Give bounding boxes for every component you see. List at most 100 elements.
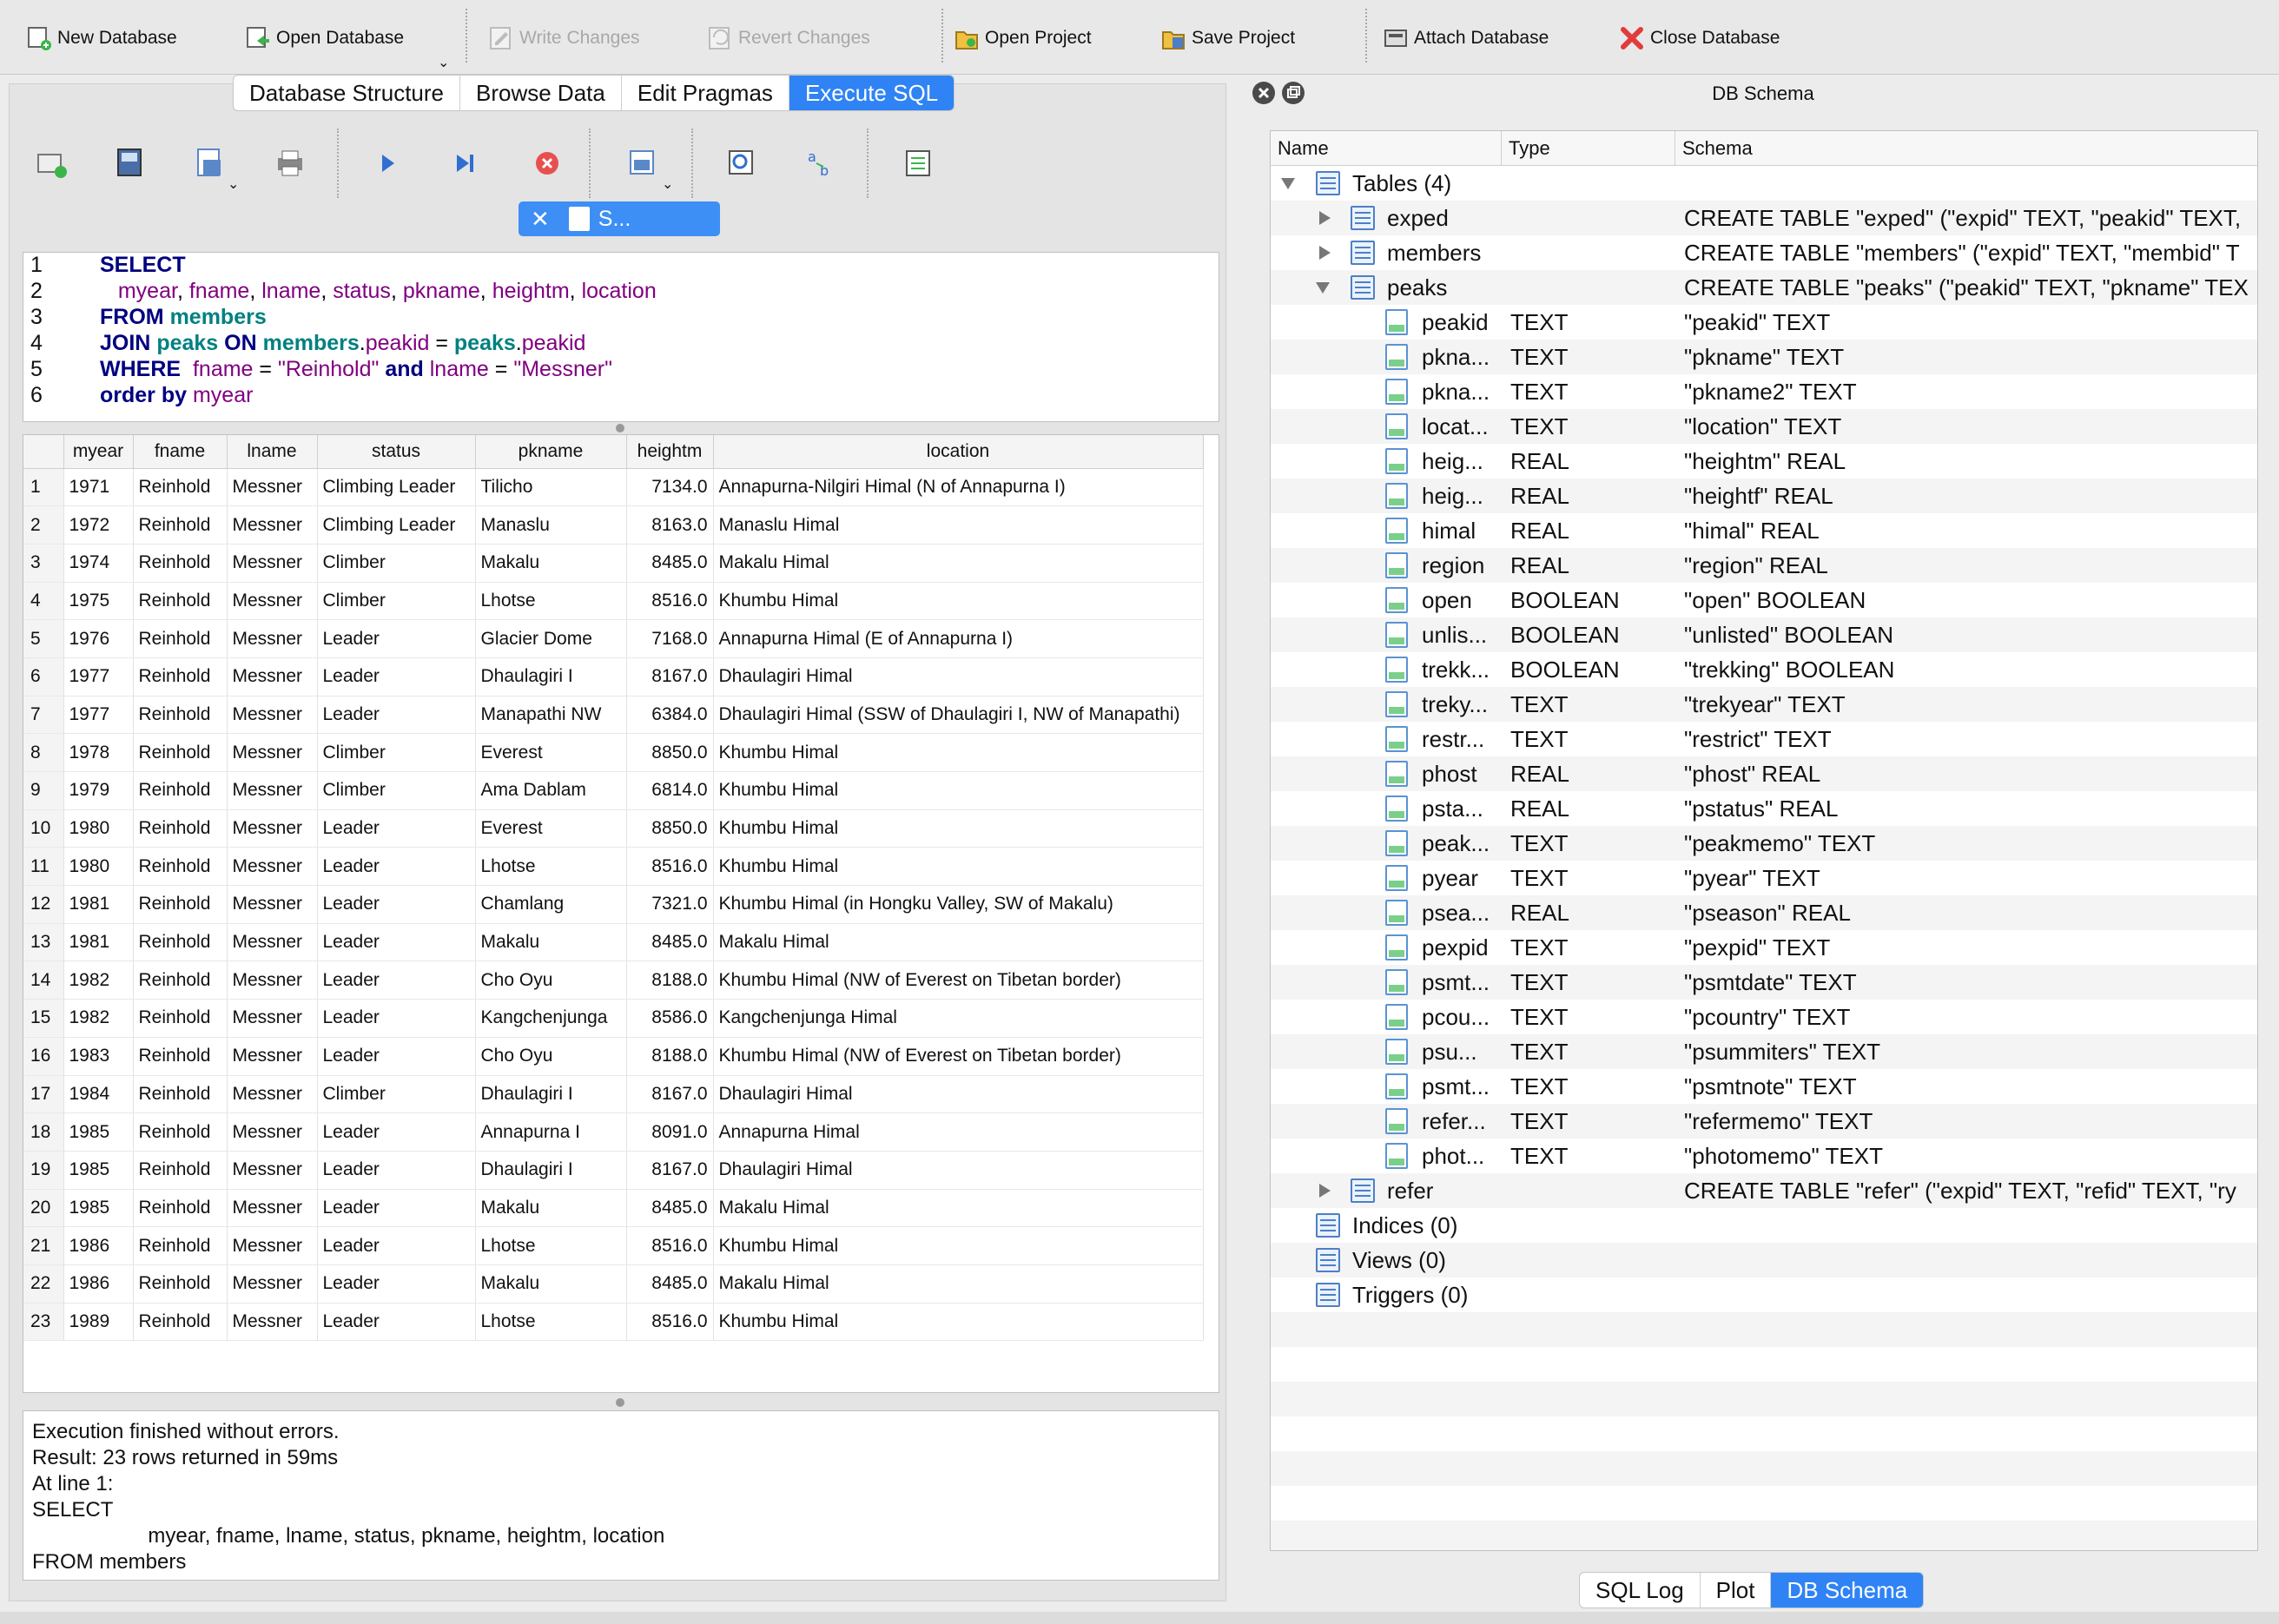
table-row[interactable]: 7 1977 Reinhold Messner Leader Manapathi NW 63… [23,696,1204,735]
cell-status[interactable]: Leader [317,1226,476,1265]
cell-pkname[interactable]: Cho Oyu [475,961,627,1000]
cell-pkname[interactable]: Cho Oyu [475,1037,627,1076]
attach-database-button[interactable]: Attach Database [1383,19,1549,57]
cell-location[interactable]: Khumbu Himal [713,1303,1204,1342]
cell-location[interactable]: Khumbu Himal (in Hongku Valley, SW of Ma… [713,885,1204,924]
cell-fname[interactable]: Reinhold [133,809,228,848]
cell-pkname[interactable]: Dhaulagiri I [475,657,627,696]
table-row[interactable]: 17 1984 Reinhold Messner Climber Dhaulagiri I… [23,1075,1204,1114]
cell-heightm[interactable]: 6814.0 [626,771,714,810]
cell-lname[interactable]: Messner [227,809,318,848]
cell-lname[interactable]: Messner [227,582,318,621]
cell-status[interactable]: Leader [317,923,476,962]
cell-pkname[interactable]: Makalu [475,923,627,962]
cell-heightm[interactable]: 8516.0 [626,582,714,621]
cell-fname[interactable]: Reinhold [133,505,228,545]
cell-location[interactable]: Khumbu Himal [713,1226,1204,1265]
stop-execution-icon[interactable] [530,146,565,181]
cell-myear[interactable]: 1971 [63,468,134,507]
cell-lname[interactable]: Messner [227,885,318,924]
cell-heightm[interactable]: 7134.0 [626,468,714,507]
tab-database-structure[interactable]: Database Structure [234,76,461,110]
expanded-arrow-icon[interactable] [1316,282,1330,294]
open-project-button[interactable]: Open Project [954,19,1092,57]
cell-heightm[interactable]: 8167.0 [626,1151,714,1190]
column-header-heightm[interactable]: heightm [626,435,714,469]
print-icon[interactable] [273,146,307,181]
tree-item-field[interactable]: open BOOLEAN "open" BOOLEAN [1271,583,2257,617]
tab-db-schema[interactable]: DB Schema [1771,1573,1924,1607]
cell-location[interactable]: Kangchenjunga Himal [713,999,1204,1038]
cell-lname[interactable]: Messner [227,847,318,887]
tree-item-field[interactable]: pkna... TEXT "pkname" TEXT [1271,340,2257,374]
cell-location[interactable]: Annapurna-Nilgiri Himal (N of Annapurna … [713,468,1204,507]
cell-status[interactable]: Leader [317,1112,476,1152]
tree-item-field[interactable]: pyear TEXT "pyear" TEXT [1271,861,2257,895]
cell-myear[interactable]: 1986 [63,1264,134,1304]
cell-lname[interactable]: Messner [227,923,318,962]
write-changes-button[interactable]: Write Changes [488,19,640,57]
tree-item-field[interactable]: heig... REAL "heightm" REAL [1271,444,2257,479]
cell-myear[interactable]: 1983 [63,1037,134,1076]
tree-item-field[interactable]: restr... TEXT "restrict" TEXT [1271,722,2257,756]
splitter-handle[interactable] [616,1398,624,1407]
open-database-button[interactable]: Open Database [245,19,404,57]
cell-pkname[interactable]: Ama Dablam [475,771,627,810]
table-row[interactable]: 19 1985 Reinhold Messner Leader Dhaulagiri I8… [23,1151,1204,1190]
tree-item-table-members[interactable]: members CREATE TABLE "members" ("expid" T… [1271,235,2257,270]
tab-plot[interactable]: Plot [1701,1573,1772,1607]
tree-item-triggers[interactable]: Triggers (0) [1271,1277,2257,1312]
tree-item-field[interactable]: psmt... TEXT "psmtdate" TEXT [1271,965,2257,1000]
cell-fname[interactable]: Reinhold [133,733,228,772]
table-row[interactable]: 20 1985 Reinhold Messner Leader Makalu 8485.0 M… [23,1189,1204,1228]
open-tab-icon[interactable] [35,146,69,181]
cell-location[interactable]: Khumbu Himal (NW of Everest on Tibetan b… [713,1037,1204,1076]
table-row[interactable]: 16 1983 Reinhold Messner Leader Cho Oyu 8188.0… [23,1037,1204,1076]
cell-pkname[interactable]: Chamlang [475,885,627,924]
cell-pkname[interactable]: Annapurna I [475,1112,627,1152]
cell-fname[interactable]: Reinhold [133,544,228,583]
cell-location[interactable]: Annapurna Himal (E of Annapurna I) [713,619,1204,658]
column-header-type[interactable]: Type [1502,131,1675,166]
cell-lname[interactable]: Messner [227,657,318,696]
tab-sql-log[interactable]: SQL Log [1580,1573,1701,1607]
column-header-schema[interactable]: Schema [1675,131,2257,166]
cell-pkname[interactable]: Dhaulagiri I [475,1075,627,1114]
cell-heightm[interactable]: 8586.0 [626,999,714,1038]
cell-fname[interactable]: Reinhold [133,771,228,810]
tree-item-field[interactable]: pcou... TEXT "pcountry" TEXT [1271,1000,2257,1034]
cell-heightm[interactable]: 8516.0 [626,1226,714,1265]
cell-heightm[interactable]: 8163.0 [626,505,714,545]
cell-status[interactable]: Leader [317,1264,476,1304]
cell-status[interactable]: Climber [317,544,476,583]
table-row[interactable]: 13 1981 Reinhold Messner Leader Makalu 8485.0 M… [23,923,1204,962]
save-results-dropdown-icon[interactable]: ⌄ [662,175,673,193]
cell-lname[interactable]: Messner [227,1303,318,1342]
cell-myear[interactable]: 1981 [63,885,134,924]
cell-myear[interactable]: 1985 [63,1112,134,1152]
column-header-name[interactable]: Name [1271,131,1502,166]
cell-lname[interactable]: Messner [227,999,318,1038]
cell-fname[interactable]: Reinhold [133,1264,228,1304]
table-row[interactable]: 23 1989 Reinhold Messner Leader Lhotse 8516.0 K… [23,1303,1204,1342]
cell-fname[interactable]: Reinhold [133,923,228,962]
cell-lname[interactable]: Messner [227,1151,318,1190]
column-header-lname[interactable]: lname [227,435,318,469]
cell-myear[interactable]: 1984 [63,1075,134,1114]
new-database-button[interactable]: New Database [26,19,177,57]
cell-lname[interactable]: Messner [227,961,318,1000]
cell-pkname[interactable]: Lhotse [475,847,627,887]
cell-location[interactable]: Annapurna Himal [713,1112,1204,1152]
cell-location[interactable]: Makalu Himal [713,923,1204,962]
table-row[interactable]: 1 1971 Reinhold Messner Climbing Leader Tilic… [23,468,1204,507]
cell-location[interactable]: Dhaulagiri Himal [713,1075,1204,1114]
table-row[interactable]: 14 1982 Reinhold Messner Leader Cho Oyu 8188.0… [23,961,1204,1000]
cell-lname[interactable]: Messner [227,771,318,810]
cell-heightm[interactable]: 7321.0 [626,885,714,924]
cell-status[interactable]: Leader [317,1151,476,1190]
cell-heightm[interactable]: 8485.0 [626,544,714,583]
cell-location[interactable]: Khumbu Himal [713,582,1204,621]
table-row[interactable]: 22 1986 Reinhold Messner Leader Makalu 8485.0 M… [23,1264,1204,1304]
cell-heightm[interactable]: 8091.0 [626,1112,714,1152]
cell-lname[interactable]: Messner [227,505,318,545]
